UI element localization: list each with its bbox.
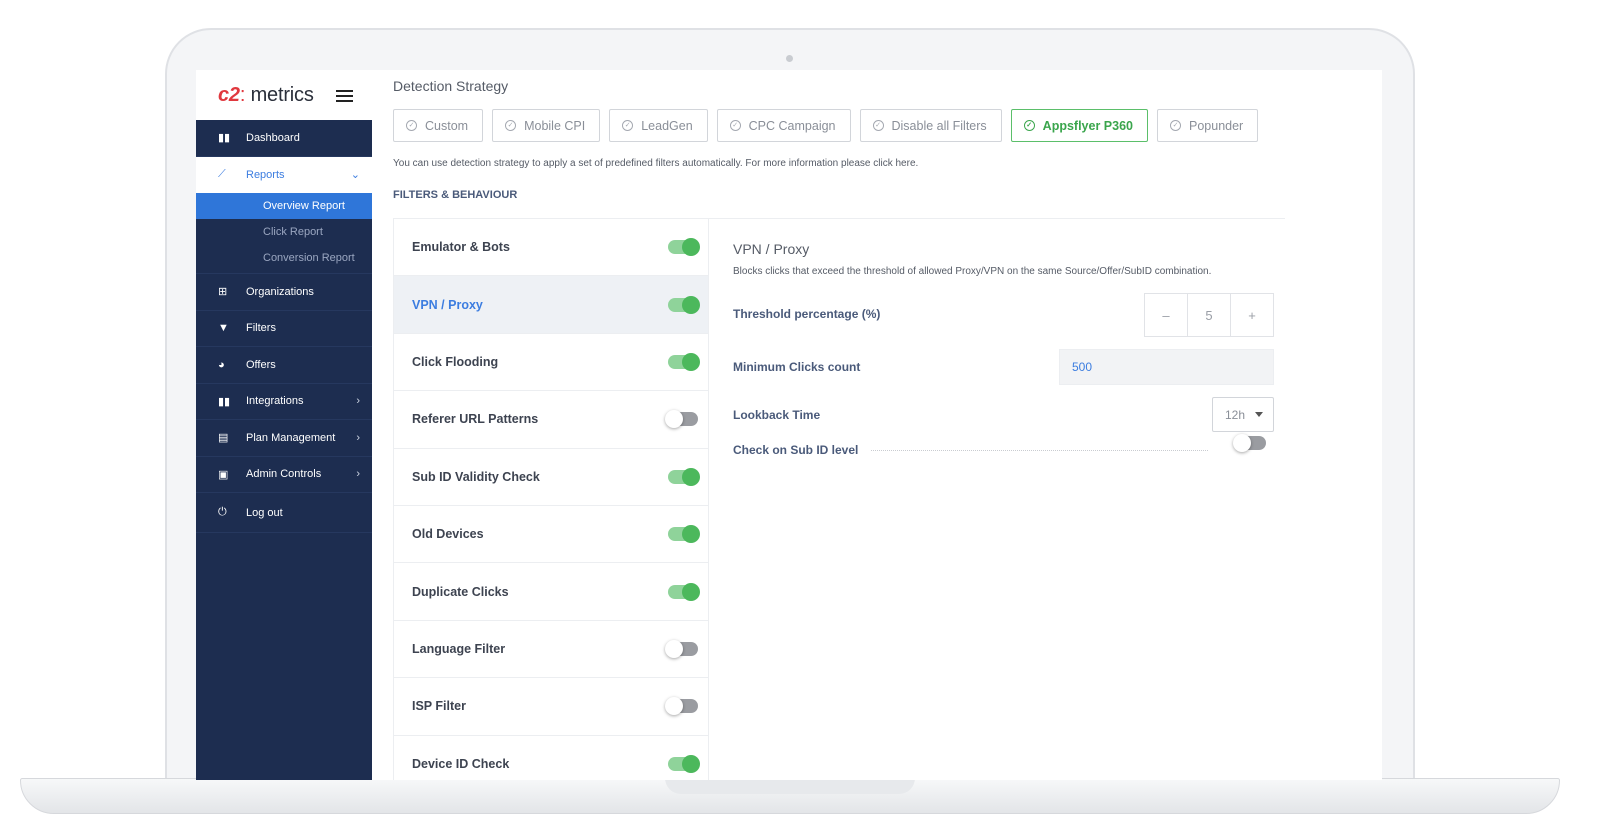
strategy-cpc-campaign-button[interactable]: ✓ CPC Campaign (716, 109, 851, 142)
lookback-select[interactable]: 12h (1212, 397, 1274, 432)
sidebar-item-dashboard[interactable]: ▮▮ Dashboard (196, 120, 372, 157)
funnel-icon: ▼ (218, 322, 229, 335)
sidebar-item-label: Admin Controls (246, 468, 322, 481)
app-screen: c2: metrics ▮▮ Dashboard ⟋ Reports ⌄ Ove… (196, 70, 1382, 780)
decrement-button[interactable]: – (1145, 294, 1188, 336)
sidebar-item-label: Organizations (246, 285, 314, 298)
filter-toggle[interactable] (668, 467, 700, 486)
filter-toggle[interactable] (668, 582, 700, 601)
logo[interactable]: c2: metrics (218, 84, 314, 107)
power-icon: ⏻ (218, 506, 227, 518)
org-chart-icon: ⊞ (218, 286, 228, 299)
laptop-notch (665, 778, 915, 794)
strategy-popunder-button[interactable]: ✓ Popunder (1157, 109, 1259, 142)
bar-chart-icon: ▮▮ (218, 395, 231, 408)
reports-submenu: Overview Report Click Report Conversion … (196, 193, 372, 274)
chevron-right-icon: › (356, 395, 360, 408)
check-circle-icon: ✓ (406, 120, 417, 131)
chevron-right-icon: › (356, 468, 360, 481)
check-circle-icon: ✓ (729, 120, 741, 131)
filter-toggle[interactable] (668, 352, 700, 371)
detail-description: Blocks clicks that exceed the threshold … (733, 266, 1212, 277)
bar-chart-icon: ▮▮ (218, 132, 231, 145)
subid-label: Check on Sub ID level (733, 443, 859, 457)
filter-item-sub-id-validity[interactable]: Sub ID Validity Check (394, 448, 708, 506)
sidebar-item-label: Integrations (246, 395, 304, 408)
strategy-buttons: ✓ Custom ✓ Mobile CPI ✓ LeadGen ✓ CPC Campai… (393, 109, 1259, 142)
trend-line-icon: ⟋ (218, 168, 226, 181)
sidebar-subitem-conversion-report[interactable]: Conversion Report (196, 245, 372, 271)
min-clicks-input[interactable]: 500 (1059, 349, 1274, 385)
dotted-leader (871, 450, 1208, 451)
sidebar-item-admin-controls[interactable]: ▣ Admin Controls › (196, 457, 372, 493)
brand-bar: c2: metrics (196, 70, 372, 120)
threshold-label: Threshold percentage (%) (733, 307, 881, 321)
filter-item-device-id-check[interactable]: Device ID Check (394, 735, 708, 780)
main-content: Detection Strategy ✓ Custom ✓ Mobile CPI ✓… (372, 70, 1382, 780)
camera-dot (786, 55, 793, 62)
sidebar-item-logout[interactable]: ⏻ Log out (196, 493, 372, 533)
check-circle-icon: ✓ (505, 120, 517, 131)
increment-button[interactable]: + (1231, 294, 1273, 336)
filter-toggle[interactable] (665, 410, 698, 429)
check-circle-icon: ✓ (872, 120, 884, 131)
filter-toggle[interactable] (665, 639, 698, 658)
filter-item-click-flooding[interactable]: Click Flooding (394, 333, 708, 392)
filter-item-vpn-proxy[interactable]: VPN / Proxy (394, 276, 708, 334)
check-circle-icon: ✓ (622, 120, 634, 131)
toolbox-icon: ▣ (218, 468, 229, 481)
caret-down-icon (1255, 412, 1263, 417)
sidebar-item-label: Offers (246, 358, 276, 371)
filter-item-duplicate-clicks[interactable]: Duplicate Clicks (394, 563, 708, 621)
sidebar-item-plan-management[interactable]: ▤ Plan Management › (196, 420, 372, 457)
sidebar-item-label: Dashboard (246, 131, 300, 144)
filter-item-isp-filter[interactable]: ISP Filter (394, 678, 708, 736)
strategy-disable-all-button[interactable]: ✓ Disable all Filters (859, 109, 1002, 142)
filter-toggle[interactable] (665, 697, 698, 716)
sidebar: c2: metrics ▮▮ Dashboard ⟋ Reports ⌄ Ove… (196, 70, 372, 780)
threshold-value[interactable]: 5 (1188, 294, 1231, 336)
strategy-leadgen-button[interactable]: ✓ LeadGen (609, 109, 708, 142)
filter-item-emulator-bots[interactable]: Emulator & Bots (394, 219, 708, 277)
strategy-appsflyer-p360-button[interactable]: ✓ Appsflyer P360 (1010, 109, 1148, 142)
filter-item-old-devices[interactable]: Old Devices (394, 505, 708, 564)
filter-list: Emulator & Bots VPN / Proxy Click Floodi… (393, 218, 709, 780)
check-circle-icon: ✓ (1023, 120, 1035, 131)
sidebar-item-filters[interactable]: ▼ Filters (196, 311, 372, 347)
threshold-stepper: – 5 + (1144, 293, 1274, 337)
pie-chart-icon: ◕ (218, 358, 225, 371)
filter-toggle[interactable] (668, 295, 700, 314)
section-title: FILTERS & BEHAVIOUR (393, 189, 518, 201)
sidebar-item-offers[interactable]: ◕ Offers (196, 347, 372, 384)
filter-item-referer-url-patterns[interactable]: Referer URL Patterns (394, 391, 708, 449)
lookback-label: Lookback Time (733, 408, 821, 422)
sidebar-item-organizations[interactable]: ⊞ Organizations (196, 274, 372, 311)
filter-toggle[interactable] (668, 754, 700, 773)
check-circle-icon: ✓ (1170, 120, 1181, 131)
min-clicks-label: Minimum Clicks count (733, 360, 861, 374)
sidebar-item-label: Plan Management (246, 431, 336, 444)
filter-item-language-filter[interactable]: Language Filter (394, 620, 708, 679)
sidebar-subitem-click-report[interactable]: Click Report (196, 219, 372, 245)
filter-detail-panel: VPN / Proxy Blocks clicks that exceed th… (709, 218, 1285, 780)
chevron-right-icon: › (356, 431, 360, 444)
strategy-custom-button[interactable]: ✓ Custom (393, 109, 484, 142)
strategy-mobile-cpi-button[interactable]: ✓ Mobile CPI (492, 109, 601, 142)
document-icon: ▤ (218, 432, 229, 445)
hamburger-menu-icon[interactable] (336, 90, 353, 102)
sidebar-item-reports[interactable]: ⟋ Reports ⌄ (196, 156, 372, 193)
subid-toggle[interactable] (1233, 434, 1266, 452)
detail-title: VPN / Proxy (733, 241, 810, 257)
sidebar-subitem-overview-report[interactable]: Overview Report (196, 193, 372, 219)
page-title: Detection Strategy (393, 78, 509, 94)
sidebar-item-label: Log out (246, 506, 283, 519)
strategy-info-text: You can use detection strategy to apply … (393, 158, 919, 169)
sidebar-item-label: Reports (246, 168, 285, 181)
sidebar-item-integrations[interactable]: ▮▮ Integrations › (196, 384, 372, 420)
filter-toggle[interactable] (668, 525, 700, 544)
chevron-down-icon: ⌄ (350, 169, 360, 182)
sidebar-item-label: Filters (246, 322, 276, 335)
filter-toggle[interactable] (668, 238, 700, 257)
